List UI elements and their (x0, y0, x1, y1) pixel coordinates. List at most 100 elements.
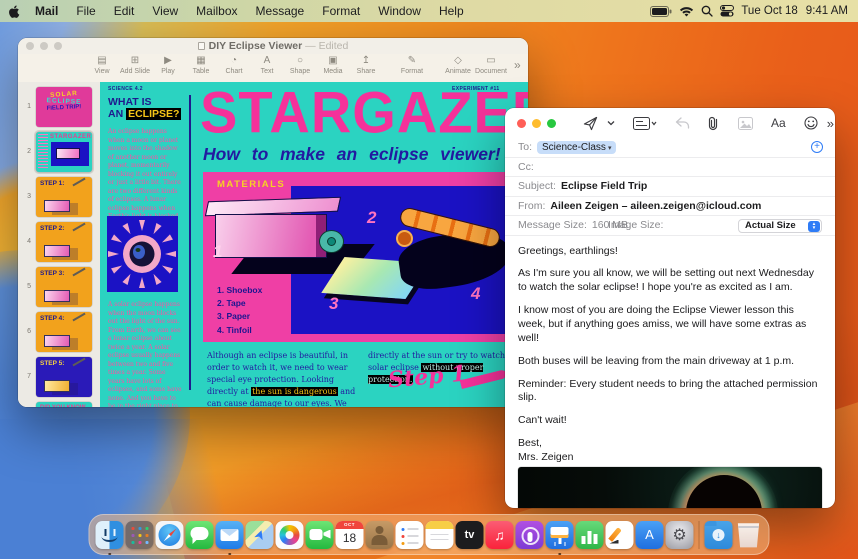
dock-numbers[interactable] (575, 514, 605, 555)
share-button[interactable]: ↥ Share (356, 55, 376, 76)
dock-messages[interactable] (185, 514, 215, 555)
maps-icon (245, 520, 274, 549)
slide-thumbnail-8[interactable]: DID YOU KNOW... (34, 400, 94, 408)
image-size-popup[interactable]: Actual Size ▲ ▼ (738, 218, 822, 233)
toolbar-label: Animate (445, 68, 471, 75)
format-icon[interactable]: Aa (762, 116, 795, 130)
slide-thumbnail-1[interactable]: SOLAR ECLIPSE FIELD TRIP! (34, 85, 94, 129)
table-button[interactable]: ▦ Table (191, 55, 211, 76)
control-center-icon[interactable] (720, 5, 735, 17)
document-button[interactable]: ▭ Document (475, 55, 507, 76)
materials-item: 3. Paper (217, 311, 251, 322)
dock-safari[interactable] (155, 514, 185, 555)
dock-podcasts[interactable] (515, 514, 545, 555)
dock-contacts[interactable] (365, 514, 395, 555)
more-toolbar-items-icon[interactable]: » (514, 58, 521, 72)
menu-help[interactable]: Help (430, 0, 473, 22)
slide-row-8: 8DID YOU KNOW... (18, 399, 100, 407)
dock-trash[interactable] (734, 514, 764, 555)
animate-button[interactable]: ◇ Animate (445, 55, 471, 76)
minimize-button[interactable] (532, 118, 541, 128)
thumb-tool-icon (72, 222, 86, 231)
recipient-token[interactable]: Science-Class ▾ (537, 140, 617, 154)
body-paragraph: As I'm sure you all know, we will be set… (518, 267, 814, 294)
close-button[interactable] (517, 118, 526, 128)
dock-reminders[interactable] (395, 514, 425, 555)
dock-settings[interactable] (665, 514, 695, 555)
more-toolbar-items-icon[interactable]: » (827, 116, 835, 131)
slide-science-tag: SCIENCE 4.2 (108, 86, 143, 92)
send-options-chevron-icon[interactable] (607, 120, 624, 126)
slide-number: 5 (27, 283, 31, 290)
menu-format[interactable]: Format (313, 0, 369, 22)
dock-pages[interactable] (605, 514, 635, 555)
slide-canvas[interactable]: SCIENCE 4.2 EXPERIMENT #11 WHAT IS AN EC… (100, 82, 528, 407)
dock-calendar[interactable]: OCT 18 (335, 514, 365, 555)
addslide-button[interactable]: ⊞ Add Slide (120, 55, 150, 76)
view-button[interactable]: ▤ View (92, 55, 112, 76)
menu-view[interactable]: View (143, 0, 187, 22)
to-field[interactable]: To: Science-Class ▾ + (505, 138, 835, 158)
dock-finder[interactable] (95, 514, 125, 555)
subject-field[interactable]: Subject: Eclipse Field Trip (505, 177, 835, 197)
dock-appstore[interactable]: A (635, 514, 665, 555)
play-button[interactable]: ▶ Play (158, 55, 178, 76)
slide-thumbnail-3[interactable]: STEP 1: (34, 175, 94, 219)
message-body[interactable]: Greetings, earthlings! As I'm sure you al… (505, 236, 835, 465)
menu-edit[interactable]: Edit (105, 0, 144, 22)
send-icon[interactable] (574, 116, 607, 131)
chart-button[interactable]: ◔ Chart (224, 55, 244, 76)
menu-message[interactable]: Message (247, 0, 314, 22)
zoom-button[interactable] (547, 118, 556, 128)
slide-paragraph-2: A solar eclipse happens when the moon bl… (108, 301, 182, 407)
menu-window[interactable]: Window (369, 0, 430, 22)
dock-music[interactable] (485, 514, 515, 555)
dock-downloads[interactable] (704, 514, 734, 555)
from-value: Aileen Zeigen – aileen.zeigen@icloud.com (550, 199, 762, 212)
dock-tv[interactable]: tv (455, 514, 485, 555)
photo-browser-icon[interactable] (729, 116, 762, 130)
emoji-icon[interactable] (795, 116, 827, 130)
reply-icon[interactable] (666, 117, 699, 129)
slide-thumbnail-4[interactable]: STEP 2: (34, 220, 94, 264)
attach-icon[interactable] (699, 116, 729, 131)
slide-thumbnail-5[interactable]: STEP 3: (34, 265, 94, 309)
menu-mail[interactable]: Mail (26, 0, 67, 22)
from-field[interactable]: From: Aileen Zeigen – aileen.zeigen@iclo… (505, 197, 835, 216)
cc-field[interactable]: Cc: (505, 158, 835, 177)
keynote-title-bar: DIY Eclipse Viewer — Edited (18, 38, 528, 54)
dock-facetime[interactable] (305, 514, 335, 555)
format-button[interactable]: ✎ Format (401, 55, 423, 76)
slide-thumb-art: STEP 1: (36, 176, 92, 217)
text-icon: A (263, 55, 271, 66)
menu-bar-clock[interactable]: Tue Oct 18 9:41 AM (741, 5, 848, 17)
search-icon[interactable] (701, 5, 713, 17)
dock-keynote[interactable] (545, 514, 575, 555)
apple-menu-icon[interactable] (0, 4, 26, 19)
slide-thumbnail-7[interactable]: STEP 5: (34, 355, 94, 399)
menu-mailbox[interactable]: Mailbox (187, 0, 246, 22)
header-fields-icon[interactable] (624, 116, 666, 130)
thumb-teaser-label: DID YOU KNOW... (40, 405, 90, 408)
shape-button[interactable]: ○ Shape (290, 55, 310, 76)
menu-file[interactable]: File (67, 0, 104, 22)
dock-mail[interactable] (215, 514, 245, 555)
wifi-icon[interactable] (679, 6, 694, 17)
dock-maps[interactable] (245, 514, 275, 555)
slide-thumbnail-2[interactable]: STARGAZER (34, 129, 94, 174)
slide-number: 3 (27, 193, 31, 200)
calendar-month: OCT (335, 520, 364, 529)
materials-list: 1. Shoebox 2. Tape 3. Paper 4. Tinfoil (217, 284, 262, 337)
text-button[interactable]: A Text (257, 55, 277, 76)
materials-number-3: 3 (329, 294, 339, 313)
add-contact-button[interactable]: + (811, 141, 823, 154)
dock-notes[interactable] (425, 514, 455, 555)
battery-icon[interactable] (650, 5, 672, 17)
dock-photos[interactable] (275, 514, 305, 555)
slide-thumb-art: STEP 3: (36, 266, 92, 307)
slide-number: 2 (27, 148, 31, 155)
dock-launchpad[interactable] (125, 514, 155, 555)
slide-thumbnail-6[interactable]: STEP 4: (34, 310, 94, 354)
eclipse-attachment-image[interactable] (518, 466, 822, 508)
media-button[interactable]: ▣ Media (323, 55, 343, 76)
